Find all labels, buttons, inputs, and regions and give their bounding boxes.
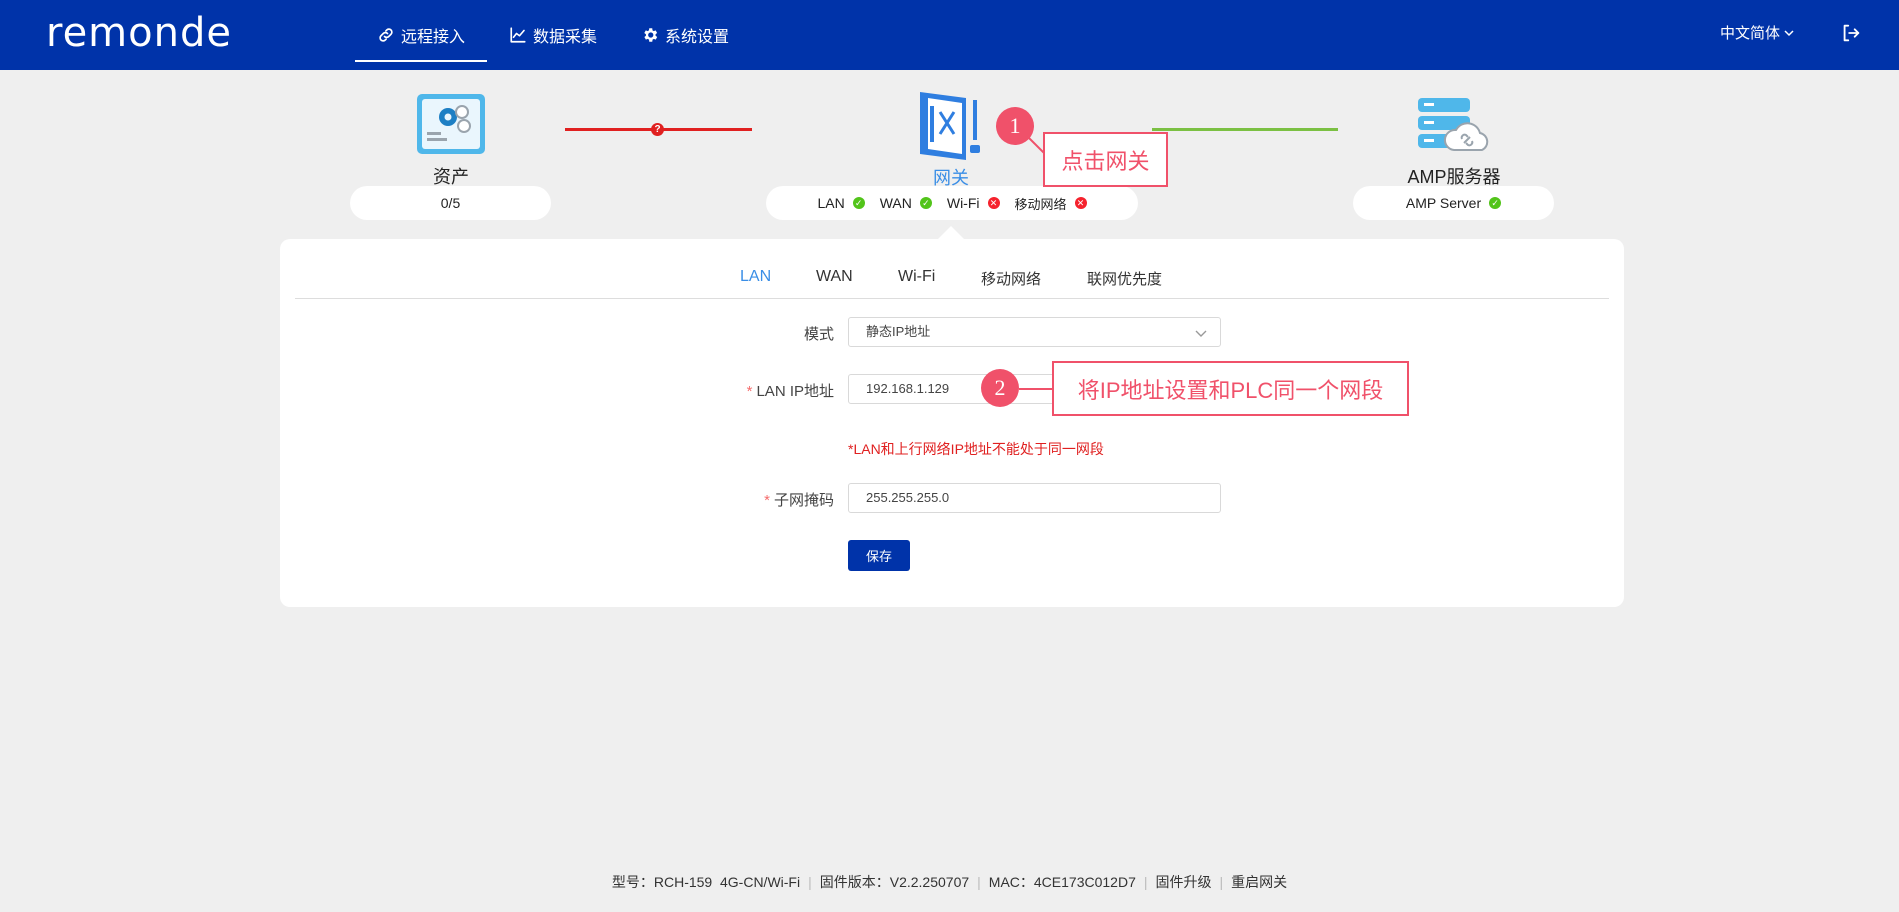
top-navbar: remonde 远程接入 数据采集 系统设置 中文简体	[0, 0, 1899, 70]
subnet-label-text: 子网掩码	[773, 492, 834, 509]
chevron-down-icon	[1784, 29, 1794, 36]
model-info: 型号：RCH-159 4G-CN/Wi-Fi	[611, 874, 801, 890]
firmware-upgrade-link[interactable]: 固件升级	[1156, 872, 1212, 892]
subnet-label: * 子网掩码	[634, 489, 834, 510]
lan-status-label: LAN	[817, 195, 845, 211]
nav-label: 远程接入	[401, 29, 466, 46]
step-2-callout: 将IP地址设置和PLC同一个网段	[1052, 361, 1409, 416]
gateway-server-link	[1152, 128, 1338, 131]
check-icon: ✓	[1489, 197, 1502, 209]
gateway-status-pill: LAN ✓ WAN ✓ Wi-Fi ✕ 移动网络 ✕	[766, 186, 1138, 220]
tab-lan[interactable]: LAN	[740, 268, 771, 286]
nav-label: 数据采集	[533, 29, 598, 46]
wifi-status-label: Wi-Fi	[946, 195, 980, 211]
language-label: 中文简体	[1720, 25, 1781, 42]
link-icon	[379, 28, 393, 42]
asset-node[interactable]	[414, 92, 488, 161]
brand-logo[interactable]: remonde	[46, 10, 232, 56]
asset-count: 0/5	[440, 195, 461, 211]
network-tabs: LAN WAN Wi-Fi 移动网络 联网优先度	[295, 264, 1609, 299]
subnet-mask-input[interactable]: 255.255.255.0	[848, 483, 1221, 513]
server-status-pill: AMP Server ✓	[1353, 186, 1554, 220]
check-icon: ✓	[919, 197, 932, 209]
footer-divider: |	[1143, 874, 1148, 890]
mode-select[interactable]: 静态IP地址	[848, 317, 1221, 347]
nav-remote-access[interactable]: 远程接入	[355, 0, 488, 70]
nav-data-collection[interactable]: 数据采集	[487, 0, 619, 70]
gateway-icon	[920, 92, 980, 160]
tab-mobile-network[interactable]: 移动网络	[981, 268, 1041, 289]
main-nav: 远程接入 数据采集 系统设置	[355, 0, 751, 70]
gear-icon	[644, 28, 658, 42]
footer-divider: |	[1219, 874, 1224, 890]
step-2-leader	[1019, 388, 1053, 390]
unknown-status-icon: ?	[651, 123, 664, 136]
server-status-label: AMP Server	[1405, 195, 1482, 211]
lan-ip-label-text: LAN IP地址	[756, 383, 834, 400]
lan-ip-warning: *LAN和上行网络IP地址不能处于同一网段	[848, 441, 1104, 457]
tab-wan[interactable]: WAN	[816, 268, 853, 286]
nav-system-settings[interactable]: 系统设置	[619, 0, 751, 70]
required-mark: *	[746, 383, 753, 400]
mode-value: 静态IP地址	[866, 324, 931, 339]
reboot-gateway-link[interactable]: 重启网关	[1231, 872, 1287, 892]
nav-label: 系统设置	[665, 29, 730, 46]
language-selector[interactable]: 中文简体	[1720, 22, 1795, 43]
error-icon: ✕	[1074, 197, 1087, 209]
card-pointer	[937, 226, 965, 240]
asset-count-pill: 0/5	[350, 186, 551, 220]
footer-divider: |	[808, 874, 812, 890]
step-2-badge: 2	[981, 369, 1019, 407]
chevron-down-icon	[1195, 330, 1207, 337]
required-mark: *	[764, 492, 770, 509]
step-1-callout: 点击网关	[1043, 132, 1168, 187]
chart-icon	[510, 27, 526, 43]
logout-icon[interactable]	[1840, 22, 1862, 44]
footer: 型号：RCH-159 4G-CN/Wi-Fi | 固件版本：V2.2.250707 |…	[0, 872, 1899, 892]
error-icon: ✕	[987, 197, 1000, 209]
firmware-info: 固件版本：V2.2.250707	[819, 874, 970, 890]
check-icon: ✓	[852, 197, 865, 209]
mac-info: MAC：4CE173C012D7	[988, 874, 1136, 890]
gateway-node[interactable]	[916, 90, 986, 167]
tab-wifi[interactable]: Wi-Fi	[898, 268, 935, 286]
mobile-status-label: 移动网络	[1014, 196, 1067, 212]
tab-network-priority[interactable]: 联网优先度	[1087, 268, 1162, 289]
wan-status-label: WAN	[879, 195, 912, 211]
save-button[interactable]: 保存	[848, 540, 910, 571]
cloud-server-icon	[1418, 98, 1489, 151]
mode-label: 模式	[803, 326, 834, 343]
lan-ip-label: * LAN IP地址	[634, 380, 834, 401]
server-node[interactable]	[1416, 96, 1492, 159]
footer-divider: |	[977, 874, 981, 890]
asset-icon	[417, 94, 485, 154]
